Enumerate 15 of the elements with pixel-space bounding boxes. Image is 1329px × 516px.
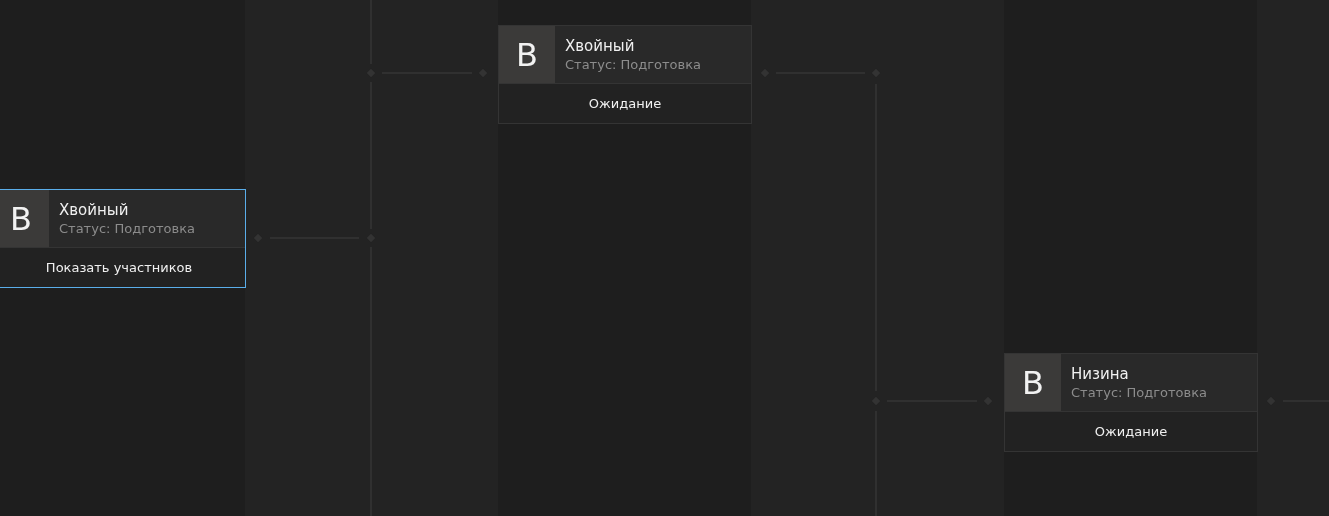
match-status: Статус: Подготовка [1071, 383, 1208, 401]
team-name: Хвойный [59, 200, 130, 220]
team-name: Низина [1071, 364, 1130, 384]
match-card[interactable]: B Хвойный Статус: Подготовка Ожидание [498, 25, 752, 124]
team-avatar: B [0, 190, 49, 247]
team-name: Хвойный [565, 36, 636, 56]
team-avatar: B [1005, 354, 1061, 411]
team-avatar: B [499, 26, 555, 83]
show-participants-button[interactable]: Показать участников [0, 248, 245, 287]
match-card[interactable]: B Хвойный Статус: Подготовка Показать участников [0, 189, 246, 288]
waiting-label: Ожидание [1093, 423, 1169, 441]
match-status: Статус: Подготовка [565, 55, 702, 73]
match-status: Статус: Подготовка [59, 219, 196, 237]
waiting-label: Ожидание [587, 95, 663, 113]
match-card[interactable]: B Низина Статус: Подготовка Ожидание [1004, 353, 1258, 452]
